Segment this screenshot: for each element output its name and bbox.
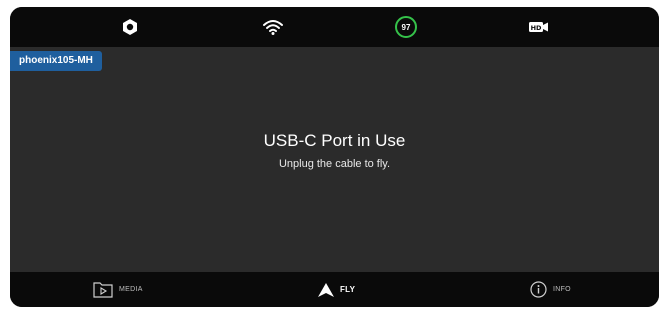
nav-info-label: INFO [553,286,571,293]
battery-level: 97 [401,22,411,32]
main-view: phoenix105-MH USB-C Port in Use Unplug t… [10,47,659,272]
info-icon [530,281,547,298]
video-quality-button[interactable]: HD [519,7,559,47]
status-subtitle: Unplug the cable to fly. [278,158,391,170]
drone-name-tag[interactable]: phoenix105-MH [10,51,102,71]
nav-media-label: MEDIA [119,286,143,293]
nav-info[interactable]: INFO [530,272,571,307]
wifi-button[interactable] [253,7,293,47]
battery-indicator[interactable]: 97 [386,7,426,47]
fly-arrow-icon [318,282,334,297]
wifi-icon [263,20,283,35]
hexagon-settings-icon [123,19,137,35]
battery-ring-icon: 97 [395,16,417,38]
nav-fly[interactable]: FLY [318,272,355,307]
svg-text:HD: HD [531,24,542,32]
bottom-nav: MEDIA FLY INFO [10,272,659,307]
nav-media[interactable]: MEDIA [93,272,143,307]
media-folder-icon [93,282,113,298]
status-title: USB-C Port in Use [263,131,406,150]
settings-button[interactable] [110,7,150,47]
nav-fly-label: FLY [340,285,356,294]
app-window: 97 HD phoenix105-MH USB-C Port in Use Un… [10,7,659,307]
hd-video-icon: HD [529,22,548,32]
status-bar: 97 HD [10,7,659,47]
